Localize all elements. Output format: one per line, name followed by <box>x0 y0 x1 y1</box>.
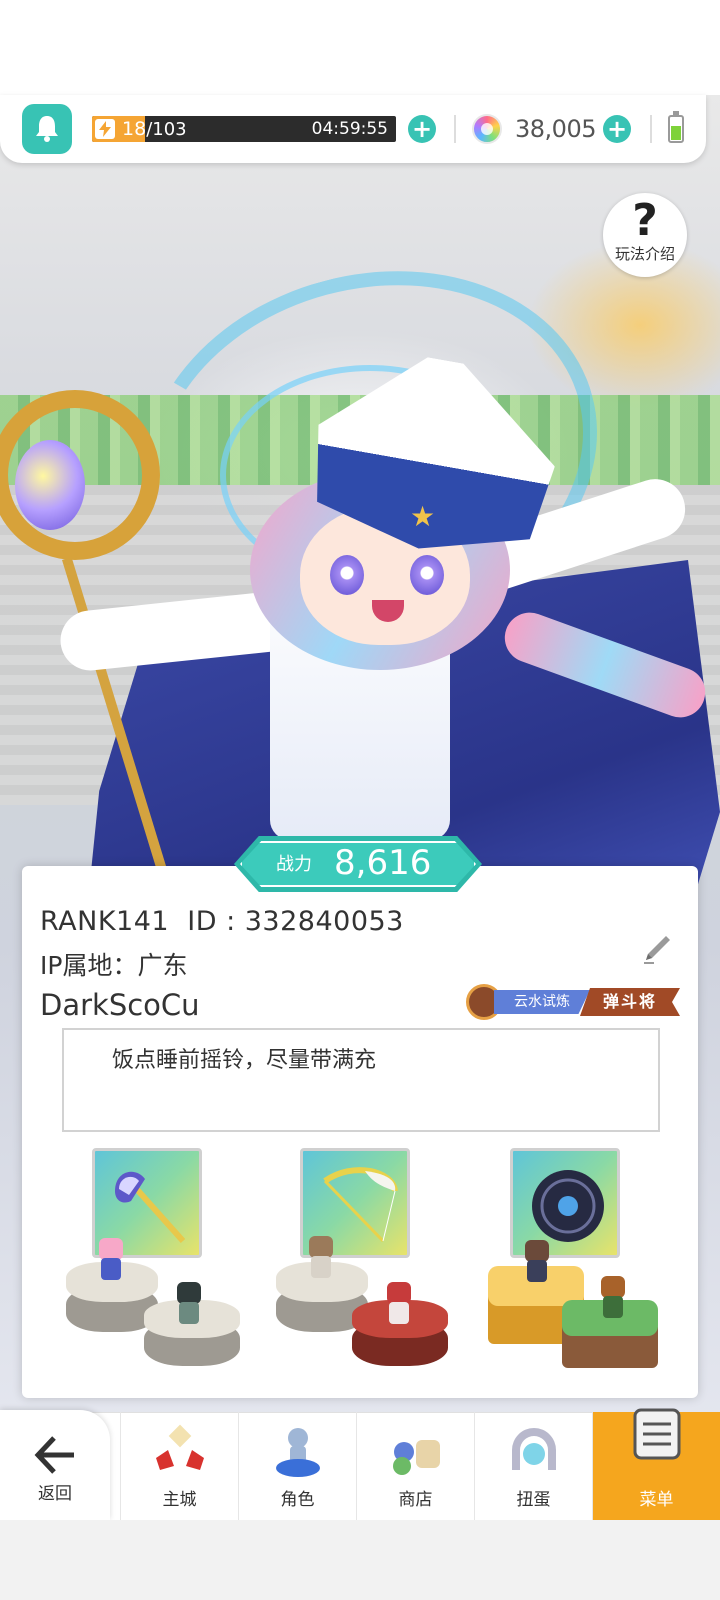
stamina-bar: 18/103 04:59:55 <box>92 116 396 142</box>
player-name: DarkScoCu <box>40 988 200 1022</box>
stamina-current: 18 <box>122 118 147 140</box>
nav-item-gacha[interactable]: 扭蛋 <box>474 1412 592 1520</box>
stamina-max: /103 <box>146 119 187 140</box>
power-label: 战力 <box>276 854 312 875</box>
title-left: 云水试炼 <box>494 990 590 1014</box>
resource-bar: 18/103 04:59:55 + 38,005 + <box>0 95 706 163</box>
gem-count: 38,005 <box>515 115 596 143</box>
power-value: 8,616 <box>334 843 432 883</box>
lightning-icon <box>95 119 115 139</box>
add-gems-button[interactable]: + <box>603 115 631 143</box>
bio-box: 饭点睡前摇铃，尽量带满充 <box>62 1028 660 1132</box>
help-label: 玩法介绍 <box>614 245 675 263</box>
character-eye-left <box>330 555 364 595</box>
status-bar-area <box>0 0 720 95</box>
staff-orb <box>15 440 85 530</box>
hat-star-icon: ★ <box>410 500 436 533</box>
divider <box>454 115 456 143</box>
castle-icon <box>155 1424 204 1470</box>
divider <box>650 115 652 143</box>
back-button[interactable]: 返回 <box>0 1410 110 1520</box>
team-character[interactable] <box>520 1240 554 1284</box>
stamina-count: 18/103 <box>122 118 187 141</box>
system-gesture-area <box>0 1520 720 1600</box>
nav-label: 扭蛋 <box>516 1490 551 1510</box>
combat-power-badge: 战力 8,616 <box>234 836 482 892</box>
character-icon <box>275 1428 320 1477</box>
notification-button[interactable] <box>22 104 72 154</box>
nav-item-main-city[interactable]: 主城 <box>120 1412 238 1520</box>
arrow-left-icon <box>34 1436 74 1474</box>
nav-item-shop[interactable]: 商店 <box>356 1412 474 1520</box>
team-character[interactable] <box>94 1238 128 1282</box>
gem-icon <box>472 114 502 144</box>
nav-label: 主城 <box>162 1490 197 1510</box>
team-character[interactable] <box>172 1282 206 1326</box>
team-character[interactable] <box>304 1236 338 1280</box>
nav-label: 角色 <box>280 1490 315 1510</box>
stamina-timer: 04:59:55 <box>311 119 388 139</box>
add-stamina-button[interactable]: + <box>408 115 436 143</box>
player-title-badge[interactable]: 云水试炼 弹斗将 <box>466 984 680 1020</box>
nav-item-characters[interactable]: 角色 <box>238 1412 356 1520</box>
menu-icon <box>633 1408 680 1460</box>
question-icon: ? <box>632 195 658 246</box>
character-eye-right <box>410 555 444 595</box>
title-right: 弹斗将 <box>580 988 680 1016</box>
help-button[interactable]: ? 玩法介绍 <box>603 193 687 277</box>
ip-location: IP属地：广东 <box>40 951 188 980</box>
back-label: 返回 <box>38 1484 72 1504</box>
team-character[interactable] <box>596 1276 630 1320</box>
nav-label: 菜单 <box>639 1490 674 1510</box>
team-character[interactable] <box>382 1282 416 1326</box>
nav-label: 商店 <box>398 1490 433 1510</box>
bell-icon <box>36 116 58 142</box>
gacha-icon <box>511 1428 556 1470</box>
nav-item-menu[interactable]: 菜单 <box>592 1408 720 1520</box>
orb-icon <box>532 1170 604 1242</box>
battery-icon <box>668 111 684 143</box>
shop-icon <box>392 1440 440 1475</box>
edit-pen-icon[interactable] <box>640 932 674 966</box>
rank-id: RANK141 ID : 332840053 <box>40 906 404 937</box>
bio-text: 饭点睡前摇铃，尽量带满充 <box>112 1048 377 1073</box>
